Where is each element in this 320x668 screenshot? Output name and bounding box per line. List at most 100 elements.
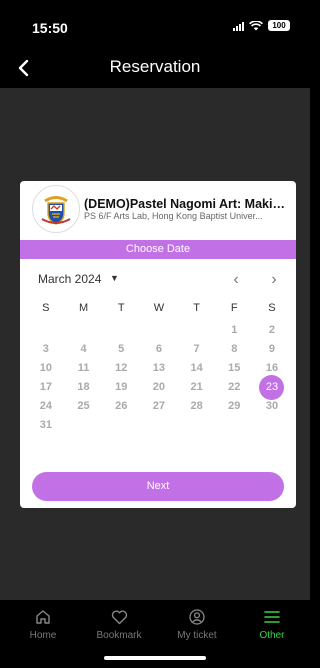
calendar-day-number: 18 (77, 381, 90, 393)
calendar-day[interactable]: 9 (253, 340, 291, 359)
event-title: (DEMO)Pastel Nagomi Art: Making... (84, 197, 290, 211)
calendar-day-number: 27 (152, 400, 166, 412)
previous-month-button[interactable]: ‹ (226, 269, 246, 291)
calendar-day-number: 11 (77, 362, 90, 374)
calendar-day-number: 10 (39, 362, 52, 374)
status-time: 15:50 (32, 20, 68, 36)
calendar-day[interactable]: 25 (65, 397, 103, 416)
home-icon (36, 610, 50, 624)
app-header: Reservation (0, 48, 310, 88)
weekday-label: M (78, 302, 89, 314)
calendar-day[interactable]: 21 (178, 378, 216, 397)
calendar-day-number: 3 (42, 343, 49, 355)
calendar-day[interactable]: 1 (215, 321, 253, 340)
calendar-day[interactable]: 7 (178, 340, 216, 359)
calendar-day[interactable]: 11 (65, 359, 103, 378)
calendar-day[interactable]: 22 (215, 378, 253, 397)
menu-icon (264, 611, 280, 623)
calendar-day-number: 28 (190, 400, 203, 412)
weekday-label: S (42, 302, 50, 314)
calendar-days: 1 2 3 4 5 6 7 8 9 10 11 12 13 14 15 16 17 18 19 20 21 22 23 24 2… (27, 321, 291, 435)
calendar-day[interactable]: 12 (102, 359, 140, 378)
calendar-week-row: 3 4 5 6 7 8 9 (27, 340, 291, 359)
calendar-day-number: 24 (39, 400, 52, 412)
calendar-day-number: 4 (80, 343, 87, 355)
tab-label: Bookmark (96, 630, 142, 641)
calendar-day[interactable]: 18 (65, 378, 103, 397)
calendar-day-empty (27, 321, 65, 340)
calendar-day[interactable]: 29 (215, 397, 253, 416)
weekday-label: F (230, 302, 238, 314)
calendar-day[interactable]: 17 (27, 378, 65, 397)
event-venue: PS 6/F Arts Lab, Hong Kong Baptist Unive… (84, 211, 263, 221)
tab-other[interactable]: Other (237, 608, 307, 641)
calendar-day[interactable]: 10 (27, 359, 65, 378)
status-icons: 100 (233, 20, 290, 31)
calendar-day[interactable]: 20 (140, 378, 178, 397)
calendar-day[interactable]: 13 (140, 359, 178, 378)
calendar-day[interactable]: 6 (140, 340, 178, 359)
calendar-day[interactable]: 15 (215, 359, 253, 378)
calendar-day-number: 25 (77, 400, 90, 412)
weekday-label: T (117, 302, 125, 314)
calendar-day-number: 31 (39, 419, 52, 431)
calendar-day[interactable]: 28 (178, 397, 216, 416)
choose-date-header: Choose Date (20, 240, 296, 259)
calendar-day-number: 14 (190, 362, 203, 374)
calendar-day-number: 15 (228, 362, 241, 374)
page-title: Reservation (109, 57, 201, 76)
tab-home[interactable]: Home (8, 608, 78, 641)
heart-icon (111, 610, 127, 624)
calendar-day[interactable]: 24 (27, 397, 65, 416)
calendar-week-row: 31 (27, 416, 291, 435)
calendar-day[interactable]: 3 (27, 340, 65, 359)
calendar-day-number: 7 (193, 343, 200, 355)
weekday-label: S (268, 302, 276, 314)
tab-bookmark[interactable]: Bookmark (84, 608, 154, 641)
calendar-day[interactable]: 4 (65, 340, 103, 359)
calendar-day-empty (178, 321, 216, 340)
month-selector: March 2024 ▼ ‹ › (20, 269, 296, 293)
next-button[interactable]: Next (32, 472, 284, 501)
calendar-day-number: 26 (115, 400, 128, 412)
calendar-day[interactable]: 27 (140, 397, 178, 416)
next-month-button[interactable]: › (264, 269, 284, 291)
user-icon (189, 609, 205, 625)
calendar-day[interactable]: 8 (215, 340, 253, 359)
calendar-day-selected[interactable]: 23 (253, 375, 291, 400)
tab-label: My ticket (177, 630, 217, 641)
calendar-day[interactable]: 5 (102, 340, 140, 359)
calendar-day[interactable]: 31 (27, 416, 65, 435)
calendar-day-empty (178, 416, 216, 435)
calendar-day[interactable]: 2 (253, 321, 291, 340)
calendar-day-number: 8 (231, 343, 238, 355)
calendar-day-empty (253, 416, 291, 435)
calendar-day-number: 6 (155, 343, 162, 355)
calendar-day-empty (65, 321, 103, 340)
tab-my-ticket[interactable]: My ticket (162, 608, 232, 641)
home-indicator (104, 656, 206, 660)
calendar-day-empty (65, 416, 103, 435)
calendar-day[interactable]: 14 (178, 359, 216, 378)
calendar-day-number: 13 (152, 362, 166, 374)
calendar-week-row: 17 18 19 20 21 22 23 (27, 375, 291, 400)
calendar-day-number: 21 (190, 381, 203, 393)
calendar-week-row: 10 11 12 13 14 15 16 (27, 359, 291, 378)
month-dropdown[interactable]: March 2024 (38, 272, 101, 286)
calendar-day[interactable]: 26 (102, 397, 140, 416)
wifi-icon (249, 20, 263, 30)
calendar-day-number: 17 (39, 381, 52, 393)
battery-icon: 100 (268, 20, 290, 31)
calendar-day-number: 22 (228, 381, 241, 393)
calendar-week-row: 12 (27, 321, 291, 340)
calendar-day-number: 20 (152, 381, 166, 393)
status-bar: 15:50 100 (0, 0, 310, 48)
calendar-day[interactable]: 19 (102, 378, 140, 397)
event-logo (32, 185, 80, 233)
calendar-grid: S M T W T F S 1 2 3 4 5 6 7 8 9 10 11 12 13 14 15 16 17 1… (27, 299, 291, 435)
calendar-day-empty (102, 321, 140, 340)
date-picker-modal: (DEMO)Pastel Nagomi Art: Making... PS 6/… (20, 181, 296, 508)
calendar-day-number: 5 (118, 343, 125, 355)
caret-down-icon[interactable]: ▼ (110, 273, 119, 283)
event-summary: (DEMO)Pastel Nagomi Art: Making... PS 6/… (20, 181, 296, 239)
